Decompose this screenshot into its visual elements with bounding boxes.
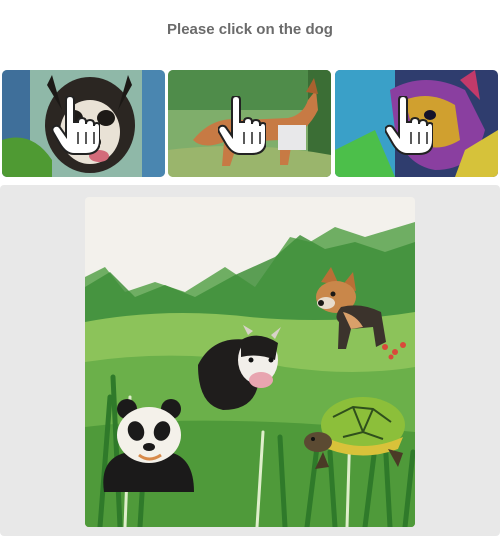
cow[interactable]	[193, 325, 288, 420]
turtle[interactable]	[303, 387, 413, 472]
hand-pointer-icon	[385, 96, 433, 155]
example-strip	[0, 70, 500, 177]
captcha-instruction: Please click on the dog	[167, 21, 333, 38]
panda[interactable]	[99, 397, 199, 492]
challenge-image[interactable]	[85, 197, 415, 527]
example-image-3	[335, 70, 498, 177]
example-image-1	[2, 70, 165, 177]
hand-pointer-icon	[52, 96, 100, 155]
example-image-2	[168, 70, 331, 177]
dog-target[interactable]	[301, 267, 391, 357]
challenge-panel	[0, 185, 500, 536]
hand-pointer-icon	[218, 96, 266, 155]
